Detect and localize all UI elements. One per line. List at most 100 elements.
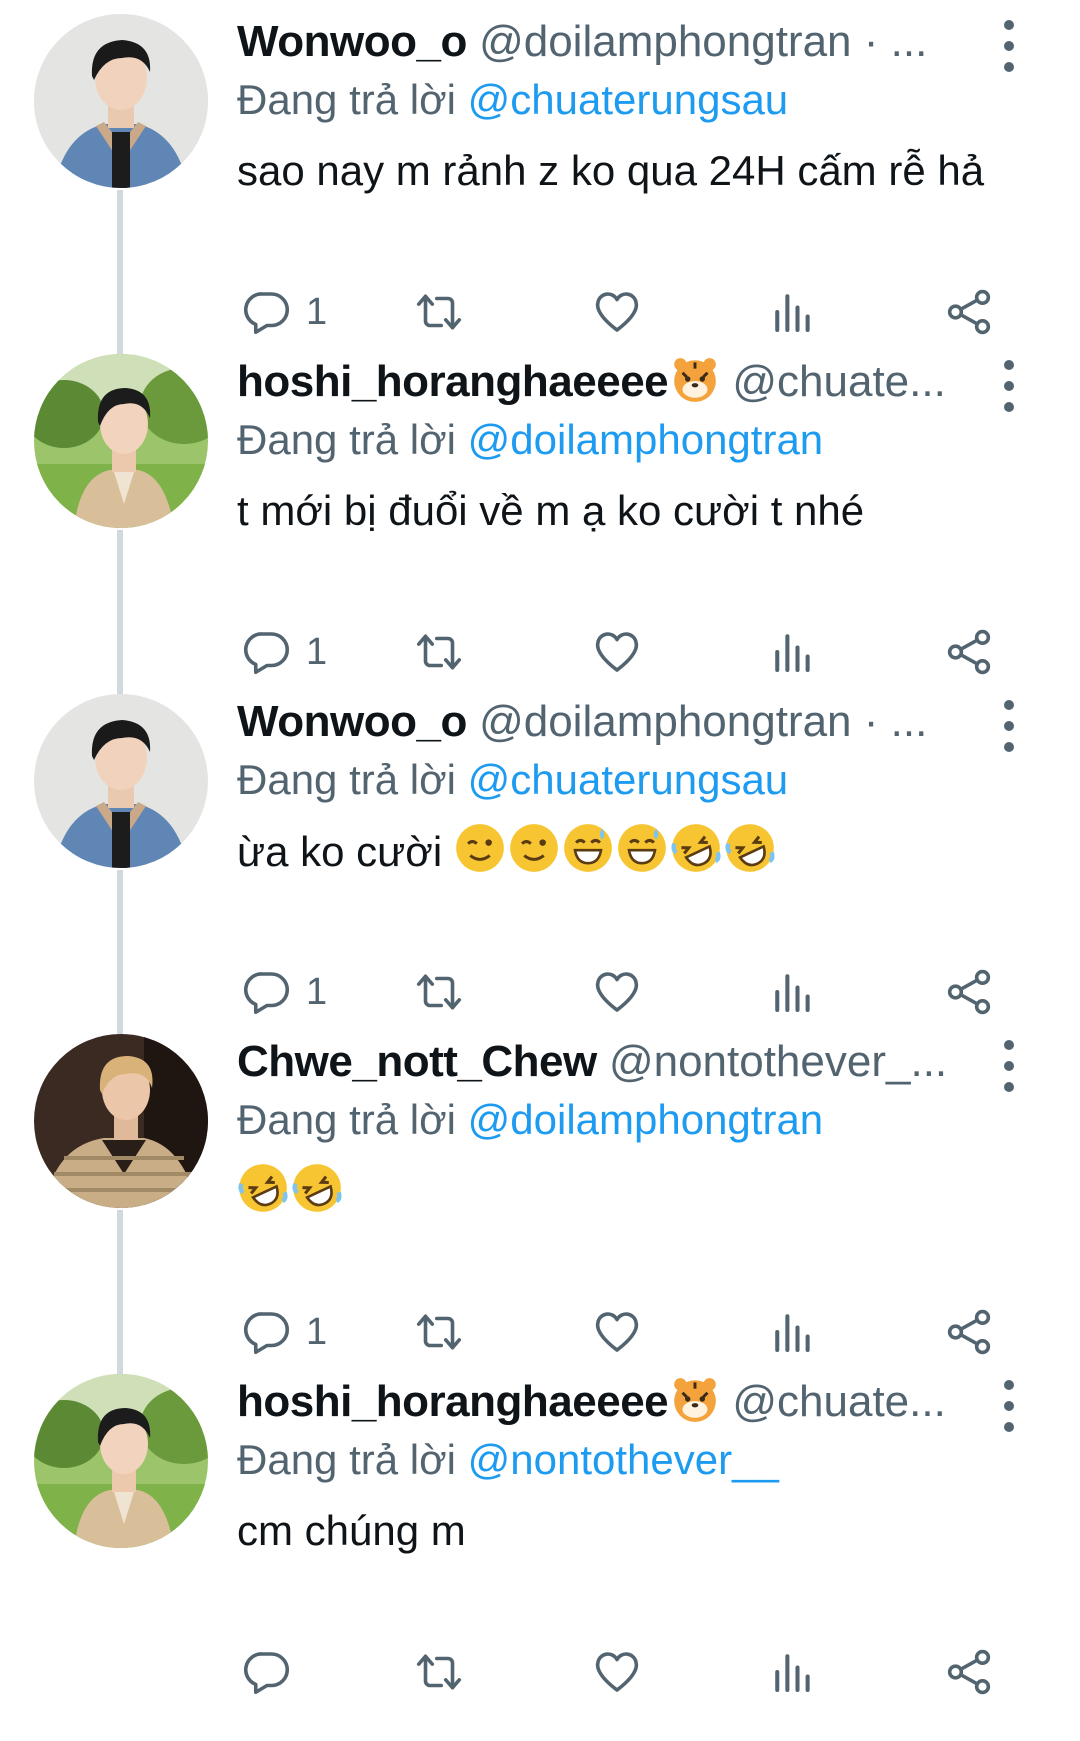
like-button[interactable]: [590, 962, 644, 1022]
more-vertical-icon[interactable]: [998, 360, 1020, 412]
reply-context: Đang trả lời @doilamphongtran: [237, 1092, 823, 1148]
like-button[interactable]: [590, 622, 644, 682]
heart-icon: [595, 632, 639, 672]
reply-button[interactable]: [240, 1642, 306, 1702]
reply-count: 1: [306, 290, 328, 333]
tweet-text: [237, 1162, 1007, 1221]
tweet-text: sao nay m rảnh z ko qua 24H cấm rễ hả: [237, 147, 985, 194]
reply-count: 1: [306, 630, 328, 673]
views-button[interactable]: [766, 1302, 820, 1362]
action-bar: [0, 1642, 1080, 1702]
display-name[interactable]: Wonwoo_o: [237, 17, 467, 66]
mention-link[interactable]: @chuaterungsau: [468, 756, 789, 803]
avatar[interactable]: [34, 1034, 208, 1208]
reply-icon: [243, 1652, 289, 1695]
user-handle[interactable]: @chuate...: [732, 1377, 945, 1426]
views-icon: [775, 294, 810, 333]
views-button[interactable]: [766, 962, 820, 1022]
rolling-laughing-icon: [724, 822, 776, 874]
tweet-header: hoshi_horanghaeeee @chuate...: [237, 1374, 977, 1430]
retweet-button[interactable]: [412, 962, 466, 1022]
grinning-sweat-icon: [562, 822, 614, 874]
display-name[interactable]: Wonwoo_o: [237, 697, 467, 746]
winking-face-icon: [454, 822, 506, 874]
tiger-face-icon: [670, 1374, 720, 1424]
views-button[interactable]: [766, 622, 820, 682]
share-button[interactable]: [942, 1302, 996, 1362]
avatar[interactable]: [34, 694, 208, 868]
tweet-header: Chwe_nott_Chew @nontothever_...: [237, 1034, 977, 1090]
rolling-laughing-icon: [670, 822, 722, 874]
reply-context: Đang trả lời @doilamphongtran: [237, 412, 823, 468]
reply-thread: Wonwoo_o @doilamphongtran · ... Đang trả…: [0, 0, 1080, 1741]
tweet-text-content: ừa ko cười: [237, 828, 454, 875]
share-icon: [947, 629, 991, 675]
tweet[interactable]: hoshi_horanghaeeee @chuate... Đang trả l…: [0, 340, 1080, 680]
rolling-laughing-icon: [237, 1162, 289, 1214]
reply-icon: [243, 1312, 289, 1355]
like-button[interactable]: [590, 1642, 644, 1702]
reply-button[interactable]: 1: [240, 962, 327, 1022]
heart-icon: [595, 1652, 639, 1692]
reply-button[interactable]: 1: [240, 622, 327, 682]
retweet-button[interactable]: [412, 622, 466, 682]
action-bar: 1: [0, 282, 1080, 342]
tweet-text: ừa ko cười: [237, 822, 1007, 881]
user-handle[interactable]: @doilamphongtran · ...: [479, 697, 927, 746]
reply-button[interactable]: 1: [240, 282, 327, 342]
action-bar: 1: [0, 1302, 1080, 1362]
heart-icon: [595, 972, 639, 1012]
views-button[interactable]: [766, 282, 820, 342]
retweet-button[interactable]: [412, 282, 466, 342]
share-button[interactable]: [942, 1642, 996, 1702]
reply-icon: [243, 972, 289, 1015]
views-icon: [775, 1314, 810, 1353]
tweet[interactable]: Wonwoo_o @doilamphongtran · ... Đang trả…: [0, 680, 1080, 1020]
avatar[interactable]: [34, 354, 208, 528]
more-vertical-icon[interactable]: [998, 1040, 1020, 1092]
retweet-button[interactable]: [412, 1302, 466, 1362]
retweet-icon: [416, 974, 462, 1010]
tweet[interactable]: Chwe_nott_Chew @nontothever_... Đang trả…: [0, 1020, 1080, 1360]
mention-link[interactable]: @doilamphongtran: [468, 416, 824, 463]
reply-prefix: Đang trả lời: [237, 1436, 456, 1483]
rolling-laughing-icon: [291, 1162, 343, 1214]
views-icon: [775, 634, 810, 673]
display-name[interactable]: hoshi_horanghaeeee: [237, 357, 669, 406]
display-name[interactable]: Chwe_nott_Chew: [237, 1037, 597, 1086]
views-icon: [775, 974, 810, 1013]
avatar[interactable]: [34, 1374, 208, 1548]
mention-link[interactable]: @doilamphongtran: [468, 1096, 824, 1143]
user-handle[interactable]: @chuate...: [732, 357, 945, 406]
tweet[interactable]: hoshi_horanghaeeee @chuate... Đang trả l…: [0, 1360, 1080, 1700]
mention-link[interactable]: @nontothever__: [468, 1436, 779, 1483]
more-vertical-icon[interactable]: [998, 1380, 1020, 1432]
tweet-text: t mới bị đuổi về m ạ ko cười t nhé: [237, 487, 865, 534]
more-vertical-icon[interactable]: [998, 700, 1020, 752]
like-button[interactable]: [590, 282, 644, 342]
reply-icon: [243, 632, 289, 675]
mention-link[interactable]: @chuaterungsau: [468, 76, 789, 123]
reply-count: 1: [306, 1310, 328, 1353]
tweet[interactable]: Wonwoo_o @doilamphongtran · ... Đang trả…: [0, 0, 1080, 340]
reply-prefix: Đang trả lời: [237, 416, 456, 463]
avatar-denim-jacket: [34, 694, 208, 868]
retweet-icon: [416, 634, 462, 670]
reply-button[interactable]: 1: [240, 1302, 327, 1362]
user-handle[interactable]: @doilamphongtran · ...: [479, 17, 927, 66]
share-button[interactable]: [942, 962, 996, 1022]
share-button[interactable]: [942, 622, 996, 682]
more-vertical-icon[interactable]: [998, 20, 1020, 72]
display-name[interactable]: hoshi_horanghaeeee: [237, 1377, 669, 1426]
share-button[interactable]: [942, 282, 996, 342]
avatar-knit-sweater: [34, 1034, 208, 1208]
views-button[interactable]: [766, 1642, 820, 1702]
avatar[interactable]: [34, 14, 208, 188]
retweet-button[interactable]: [412, 1642, 466, 1702]
reply-context: Đang trả lời @chuaterungsau: [237, 72, 788, 128]
user-handle[interactable]: @nontothever_...: [609, 1037, 947, 1086]
retweet-icon: [416, 294, 462, 330]
like-button[interactable]: [590, 1302, 644, 1362]
action-bar: 1: [0, 622, 1080, 682]
tweet-header: Wonwoo_o @doilamphongtran · ...: [237, 14, 977, 70]
